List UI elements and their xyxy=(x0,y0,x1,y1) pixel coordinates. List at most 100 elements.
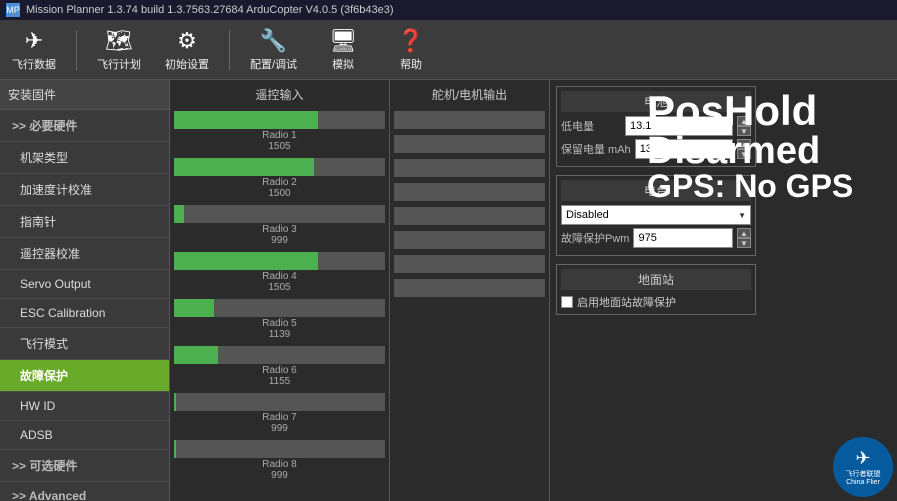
voltage-label: 低电量 xyxy=(561,118,621,134)
radio-panel-header: 遥控输入 xyxy=(174,84,385,105)
radio-channel-label-3: Radio 41505 xyxy=(174,271,385,293)
radio-bar-1 xyxy=(174,158,314,176)
radio-channel-5: Radio 61155 xyxy=(174,346,385,387)
radio-bar-6 xyxy=(174,393,176,411)
motor-channel-2 xyxy=(394,159,545,177)
ground-station-section: 地面站 启用地面站故障保护 xyxy=(556,264,756,315)
flight-status: PosHold Disarmed GPS: No GPS xyxy=(637,80,897,212)
flight-mode: PosHold xyxy=(647,90,887,132)
radio-channel-label-1: Radio 21500 xyxy=(174,177,385,199)
gps-status: GPS: No GPS xyxy=(647,170,887,202)
radio-channel-6: Radio 7999 xyxy=(174,393,385,434)
radio-bar-7 xyxy=(174,440,176,458)
toolbar-item-5[interactable]: ❓ 帮助 xyxy=(381,24,441,76)
pwm-row: 故障保护Pwm 975 ▲ ▼ xyxy=(561,228,751,248)
watermark-text: 飞行者联盟 xyxy=(846,469,881,479)
watermark-logo: ✈ 飞行者联盟 China Flier xyxy=(833,437,893,497)
pwm-label: 故障保护Pwm xyxy=(561,230,629,246)
sidebar-item-11[interactable]: ADSB xyxy=(0,421,169,450)
motor-channel-0 xyxy=(394,111,545,129)
ground-station-checkbox[interactable] xyxy=(561,296,573,308)
toolbar-icon-3: 🔧 xyxy=(260,28,287,54)
motor-channel-6 xyxy=(394,255,545,273)
radio-bar-0 xyxy=(174,111,318,129)
toolbar-item-1[interactable]: 🗺 飞行计划 xyxy=(89,24,149,76)
radio-channel-label-5: Radio 61155 xyxy=(174,365,385,387)
title-text: Mission Planner 1.3.74 build 1.3.7563.27… xyxy=(26,4,394,16)
radio-bar-container-7 xyxy=(174,440,385,458)
motor-bar-container-1 xyxy=(394,135,545,153)
radio-channel-4: Radio 51139 xyxy=(174,299,385,340)
motor-channel-1 xyxy=(394,135,545,153)
radio-input-panel: 遥控输入 Radio 11505 Radio 21500 Radio 3999 … xyxy=(170,80,390,501)
toolbar-label-2: 初始设置 xyxy=(165,56,209,72)
sidebar-item-4[interactable]: 指南针 xyxy=(0,206,169,238)
sidebar-item-8[interactable]: 飞行模式 xyxy=(0,328,169,360)
toolbar-item-4[interactable]: 🖥 模拟 xyxy=(313,24,373,76)
toolbar-item-0[interactable]: ✈ 飞行数据 xyxy=(4,24,64,76)
toolbar-separator xyxy=(229,30,230,70)
sidebar-item-5[interactable]: 遥控器校准 xyxy=(0,238,169,270)
motor-bar-container-3 xyxy=(394,183,545,201)
toolbar-item-3[interactable]: 🔧 配置/调试 xyxy=(242,24,305,76)
motor-channel-7 xyxy=(394,279,545,297)
motor-bar-container-0 xyxy=(394,111,545,129)
titlebar: MP Mission Planner 1.3.74 build 1.3.7563… xyxy=(0,0,897,20)
arm-state: Disarmed xyxy=(647,132,887,170)
radio-bar-2 xyxy=(174,205,184,223)
sidebar-item-13[interactable]: >> Advanced xyxy=(0,482,169,501)
sidebar-item-0: 安装固件 xyxy=(0,80,169,110)
sidebar: 安装固件>> 必要硬件机架类型加速度计校准指南针遥控器校准Servo Outpu… xyxy=(0,80,170,501)
motor-bar-container-2 xyxy=(394,159,545,177)
radio-dropdown-value: Disabled xyxy=(566,209,609,221)
motor-channel-4 xyxy=(394,207,545,225)
motor-bar-container-4 xyxy=(394,207,545,225)
radio-bar-container-2 xyxy=(174,205,385,223)
radio-channel-label-2: Radio 3999 xyxy=(174,224,385,246)
radio-channel-label-0: Radio 11505 xyxy=(174,130,385,152)
sidebar-item-12[interactable]: >> 可选硬件 xyxy=(0,450,169,482)
radio-channel-label-4: Radio 51139 xyxy=(174,318,385,340)
radio-channel-label-7: Radio 8999 xyxy=(174,459,385,481)
toolbar-item-2[interactable]: ⚙ 初始设置 xyxy=(157,24,217,76)
ground-station-checkbox-row: 启用地面站故障保护 xyxy=(561,294,751,310)
motor-panel-header: 舵机/电机输出 xyxy=(394,84,545,105)
pwm-up[interactable]: ▲ xyxy=(737,228,751,238)
sidebar-item-2[interactable]: 机架类型 xyxy=(0,142,169,174)
toolbar-icon-1: 🗺 xyxy=(105,28,133,54)
toolbar-separator xyxy=(76,30,77,70)
main-layout: 安装固件>> 必要硬件机架类型加速度计校准指南针遥控器校准Servo Outpu… xyxy=(0,80,897,501)
sidebar-item-10[interactable]: HW ID xyxy=(0,392,169,421)
toolbar-icon-4: 🖥 xyxy=(329,28,357,54)
radio-channel-3: Radio 41505 xyxy=(174,252,385,293)
motor-output-panel: 舵机/电机输出 xyxy=(390,80,550,501)
pwm-down[interactable]: ▼ xyxy=(737,238,751,248)
radio-bar-container-4 xyxy=(174,299,385,317)
motor-bar-container-6 xyxy=(394,255,545,273)
motor-bar-container-7 xyxy=(394,279,545,297)
radio-bar-container-1 xyxy=(174,158,385,176)
watermark-subtext: China Flier xyxy=(846,479,880,486)
radio-bar-container-3 xyxy=(174,252,385,270)
toolbar: ✈ 飞行数据 🗺 飞行计划 ⚙ 初始设置 🔧 配置/调试 🖥 模拟 ❓ 帮助 xyxy=(0,20,897,80)
radio-bar-container-5 xyxy=(174,346,385,364)
content-area: 遥控输入 Radio 11505 Radio 21500 Radio 3999 … xyxy=(170,80,897,501)
toolbar-label-0: 飞行数据 xyxy=(12,56,56,72)
motor-bar-container-5 xyxy=(394,231,545,249)
pwm-spinner[interactable]: ▲ ▼ xyxy=(737,228,751,248)
sidebar-item-7[interactable]: ESC Calibration xyxy=(0,299,169,328)
sidebar-item-3[interactable]: 加速度计校准 xyxy=(0,174,169,206)
radio-bar-3 xyxy=(174,252,318,270)
toolbar-label-4: 模拟 xyxy=(332,56,354,72)
ground-station-label: 启用地面站故障保护 xyxy=(577,294,676,310)
radio-bar-container-0 xyxy=(174,111,385,129)
sidebar-item-9[interactable]: 故障保护 xyxy=(0,360,169,392)
radio-channel-0: Radio 11505 xyxy=(174,111,385,152)
pwm-value[interactable]: 975 xyxy=(633,228,733,248)
sidebar-item-6[interactable]: Servo Output xyxy=(0,270,169,299)
sidebar-item-1[interactable]: >> 必要硬件 xyxy=(0,110,169,142)
radio-bar-5 xyxy=(174,346,218,364)
toolbar-label-1: 飞行计划 xyxy=(97,56,141,72)
app-icon: MP xyxy=(6,3,20,17)
toolbar-icon-5: ❓ xyxy=(397,28,424,54)
